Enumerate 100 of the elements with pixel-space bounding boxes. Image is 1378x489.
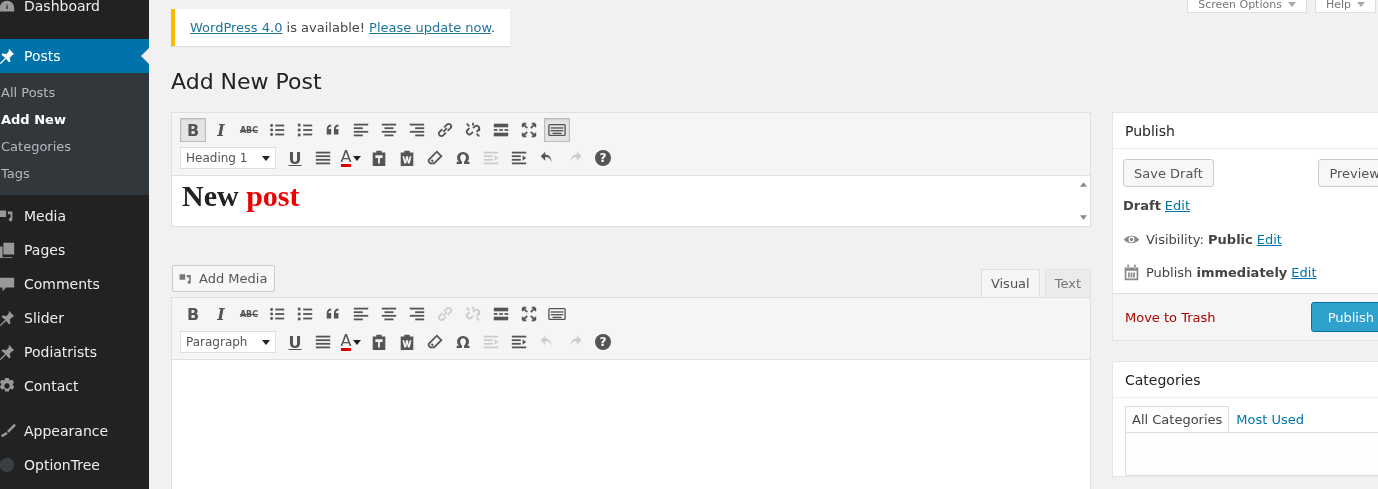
format-select[interactable]: Heading 1 xyxy=(180,147,276,169)
heading-text: New post xyxy=(181,178,301,214)
sidebar-item[interactable]: Media xyxy=(0,199,149,233)
schedule-text: Publish immediately xyxy=(1146,265,1288,280)
trash-link[interactable]: Move to Trash xyxy=(1125,309,1216,325)
format-select[interactable]: Paragraph xyxy=(180,331,276,353)
italic-button[interactable]: I xyxy=(208,302,234,326)
eraser-icon xyxy=(426,149,444,167)
outdent-icon xyxy=(482,333,500,351)
paste-word-icon xyxy=(398,333,416,351)
scroll-up-icon[interactable] xyxy=(1079,182,1087,187)
edit-link[interactable]: Edit xyxy=(1291,265,1317,280)
calendar-icon xyxy=(1123,264,1140,281)
omega-button[interactable]: Ω xyxy=(450,330,476,354)
sidebar-item[interactable]: Slider xyxy=(0,301,149,335)
category-tab[interactable]: Most Used xyxy=(1229,406,1312,432)
fullscreen-icon xyxy=(520,121,538,139)
align-center-icon xyxy=(380,121,398,139)
sidebar-item[interactable]: Podiatrists xyxy=(0,335,149,369)
help-button[interactable]: ? xyxy=(590,330,616,354)
align-center-icon xyxy=(380,305,398,323)
align-left-icon xyxy=(352,121,370,139)
save-draft-button[interactable]: Save Draft xyxy=(1123,159,1214,187)
align-left-icon xyxy=(352,305,370,323)
sidebar-item[interactable]: Contact xyxy=(0,369,149,403)
sidebar-item[interactable]: Appearance xyxy=(0,414,149,448)
submenu-item[interactable]: Categories xyxy=(0,133,149,160)
pin-icon xyxy=(0,47,16,65)
more-icon xyxy=(492,305,510,323)
outdent-icon xyxy=(482,149,500,167)
box-title: Categories xyxy=(1125,371,1201,388)
keyboard-button[interactable] xyxy=(544,118,570,142)
page-title: Add New Post xyxy=(171,69,323,94)
bullets-icon xyxy=(268,305,286,323)
edit-link[interactable]: Edit xyxy=(1164,197,1191,213)
more-icon xyxy=(492,121,510,139)
update-link[interactable]: Please update now xyxy=(369,20,491,35)
screen-tab-button[interactable]: Help xyxy=(1314,0,1376,13)
indent-icon xyxy=(510,149,528,167)
pin-icon xyxy=(0,309,16,327)
bullets-icon xyxy=(268,121,286,139)
sidebar-item[interactable]: Pages xyxy=(0,233,149,267)
caret-icon xyxy=(353,339,362,345)
underline-button[interactable]: U xyxy=(282,146,308,170)
align-right-icon xyxy=(408,305,426,323)
caret-icon xyxy=(262,339,270,345)
eraser-icon xyxy=(426,333,444,351)
numbers-icon xyxy=(296,121,314,139)
sidebar-item[interactable]: OptionTree xyxy=(0,448,149,482)
keyboard-icon xyxy=(548,121,566,139)
sidebar-item[interactable]: Comments xyxy=(0,267,149,301)
brush-icon xyxy=(0,422,16,440)
add-media-button[interactable]: Add Media xyxy=(172,265,276,292)
pages-icon xyxy=(0,241,16,259)
caret-icon xyxy=(1287,2,1296,7)
box-title: Publish xyxy=(1125,122,1175,139)
paste-text-icon xyxy=(370,333,388,351)
paste-text-icon xyxy=(370,149,388,167)
screen-tab-button[interactable]: Screen Options xyxy=(1187,0,1307,13)
bold-button[interactable]: B xyxy=(180,118,206,142)
submenu-item[interactable]: All Posts xyxy=(0,79,149,106)
pin-icon xyxy=(0,343,16,361)
bold-button[interactable]: B xyxy=(180,302,206,326)
submenu-item[interactable]: Tags xyxy=(0,160,149,187)
version-link[interactable]: WordPress 4.0 xyxy=(190,20,283,35)
edit-link[interactable]: Edit xyxy=(1256,232,1282,247)
status-text: Draft xyxy=(1123,197,1161,213)
numbers-icon xyxy=(296,305,314,323)
keyboard-icon xyxy=(548,305,566,323)
indent-icon xyxy=(510,333,528,351)
scroll-down-icon[interactable] xyxy=(1079,215,1087,220)
text-color-button[interactable]: A xyxy=(338,330,364,354)
omega-button[interactable]: Ω xyxy=(450,146,476,170)
help-button[interactable]: ? xyxy=(590,146,616,170)
unlink-icon xyxy=(464,305,482,323)
sidebar-item[interactable]: Dashboard xyxy=(0,0,149,24)
link-icon xyxy=(436,305,454,323)
caret-icon xyxy=(353,155,362,161)
justify-icon xyxy=(314,333,332,351)
visibility-text: Visibility: Public xyxy=(1146,232,1253,247)
editor-tab[interactable]: Visual xyxy=(980,269,1040,297)
editor-tab[interactable]: Text xyxy=(1044,269,1091,297)
align-right-icon xyxy=(408,121,426,139)
justify-icon xyxy=(314,149,332,167)
update-notice: WordPress 4.0 is available! Please update now. xyxy=(171,9,511,46)
submenu-item[interactable]: Add New xyxy=(0,106,149,133)
comment-icon xyxy=(0,275,16,293)
pointer-icon xyxy=(141,48,149,64)
underline-button[interactable]: U xyxy=(282,330,308,354)
text-color-button[interactable]: A xyxy=(338,146,364,170)
italic-button[interactable]: I xyxy=(208,118,234,142)
strike-button[interactable]: ABC xyxy=(236,302,262,326)
paste-word-icon xyxy=(398,149,416,167)
strike-button[interactable]: ABC xyxy=(236,118,262,142)
sidebar-item[interactable]: Posts xyxy=(0,39,149,73)
caret-icon xyxy=(1357,2,1365,7)
fullscreen-icon xyxy=(520,305,538,323)
link-icon xyxy=(436,121,454,139)
unlink-icon xyxy=(464,121,482,139)
category-tab[interactable]: All Categories xyxy=(1125,406,1230,432)
